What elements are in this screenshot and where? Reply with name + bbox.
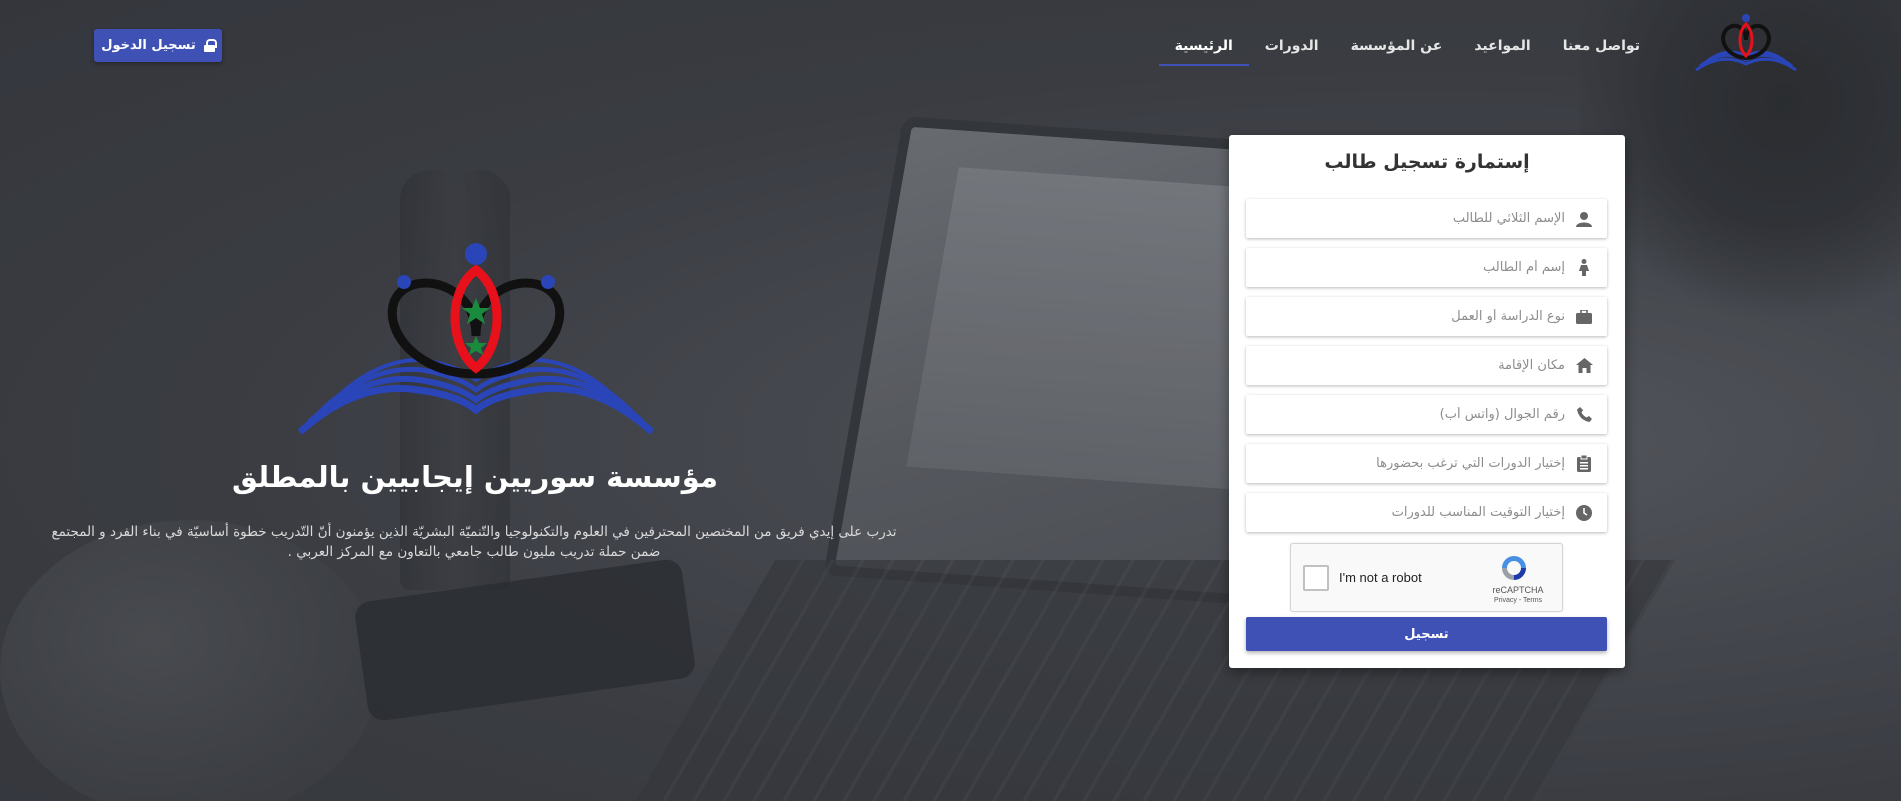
briefcase-icon	[1575, 308, 1593, 326]
recaptcha-privacy-terms-links[interactable]: Privacy - Terms	[1477, 597, 1559, 604]
login-button[interactable]: تسجيل الدخول	[94, 29, 222, 62]
nav-item-schedule[interactable]: المواعيد	[1458, 30, 1546, 70]
student-registration-form: إستمارة تسجيل طالب الإسم الثلاثي للطالب …	[1229, 135, 1625, 668]
phone-field[interactable]	[1246, 395, 1607, 434]
user-icon	[1575, 210, 1593, 228]
nav-item-courses[interactable]: الدورات	[1249, 30, 1335, 70]
recaptcha-widget: I'm not a robot reCAPTCHA Privacy - Term…	[1290, 543, 1563, 612]
submit-button[interactable]: تسجيل	[1246, 617, 1607, 651]
clipboard-icon	[1575, 455, 1593, 473]
header-logo-icon[interactable]	[1692, 12, 1800, 74]
timing-select-field[interactable]	[1246, 493, 1607, 532]
form-title: إستمارة تسجيل طالب	[1324, 151, 1530, 173]
study-work-field[interactable]	[1246, 297, 1607, 336]
recaptcha-icon	[1502, 556, 1526, 580]
hero-description: تدرب على إيدي فريق من المختصين المحترفين…	[51, 524, 897, 560]
full-name-field[interactable]	[1246, 199, 1607, 238]
residence-input[interactable]	[1246, 346, 1565, 385]
study-work-input[interactable]	[1246, 297, 1565, 336]
phone-icon	[1575, 406, 1593, 424]
main-nav: الرئيسية الدورات عن المؤسسة المواعيد توا…	[1158, 30, 1656, 70]
site-header: تسجيل الدخول الرئيسية الدورات عن المؤسسة…	[0, 0, 1901, 80]
mother-name-field[interactable]	[1246, 248, 1607, 287]
login-label: تسجيل الدخول	[101, 38, 196, 53]
courses-select-input[interactable]	[1246, 444, 1565, 483]
nav-item-contact[interactable]: تواصل معنا	[1547, 30, 1656, 70]
phone-input[interactable]	[1246, 395, 1565, 434]
hero-title: مؤسسة سوريين إيجابيين بالمطلق	[232, 460, 718, 494]
nav-item-home[interactable]: الرئيسية	[1158, 30, 1249, 70]
nav-item-about[interactable]: عن المؤسسة	[1335, 30, 1459, 70]
mother-name-input[interactable]	[1246, 248, 1565, 287]
courses-select-field[interactable]	[1246, 444, 1607, 483]
timing-select-input[interactable]	[1246, 493, 1565, 532]
hero-logo-icon	[298, 243, 654, 435]
home-icon	[1575, 357, 1593, 375]
recaptcha-checkbox[interactable]	[1303, 565, 1329, 591]
clock-icon	[1575, 504, 1593, 522]
lock-icon	[203, 39, 217, 52]
recaptcha-label: I'm not a robot	[1339, 570, 1422, 585]
female-icon	[1575, 259, 1593, 277]
recaptcha-brand: reCAPTCHA	[1492, 585, 1544, 595]
residence-field[interactable]	[1246, 346, 1607, 385]
full-name-input[interactable]	[1246, 199, 1565, 238]
